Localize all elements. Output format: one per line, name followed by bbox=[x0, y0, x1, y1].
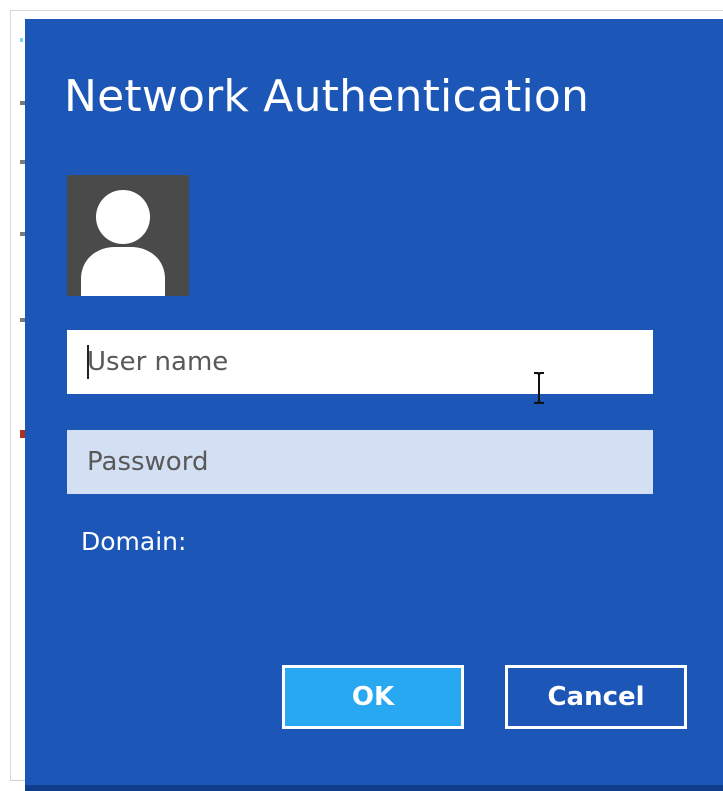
user-silhouette-icon bbox=[81, 190, 165, 296]
user-avatar bbox=[67, 175, 189, 296]
text-caret bbox=[87, 345, 89, 379]
cancel-button[interactable]: Cancel bbox=[505, 665, 687, 729]
ok-button[interactable]: OK bbox=[282, 665, 464, 729]
password-input[interactable] bbox=[67, 430, 653, 494]
dialog-title: Network Authentication bbox=[64, 71, 590, 122]
username-input[interactable] bbox=[67, 330, 653, 394]
text-cursor-icon bbox=[534, 372, 544, 404]
window-border-left bbox=[10, 10, 11, 780]
domain-label: Domain: bbox=[81, 527, 187, 556]
window-border-top bbox=[10, 10, 723, 11]
background-mark bbox=[20, 38, 23, 42]
network-authentication-dialog: Network Authentication Domain: OK Cancel bbox=[25, 19, 723, 791]
